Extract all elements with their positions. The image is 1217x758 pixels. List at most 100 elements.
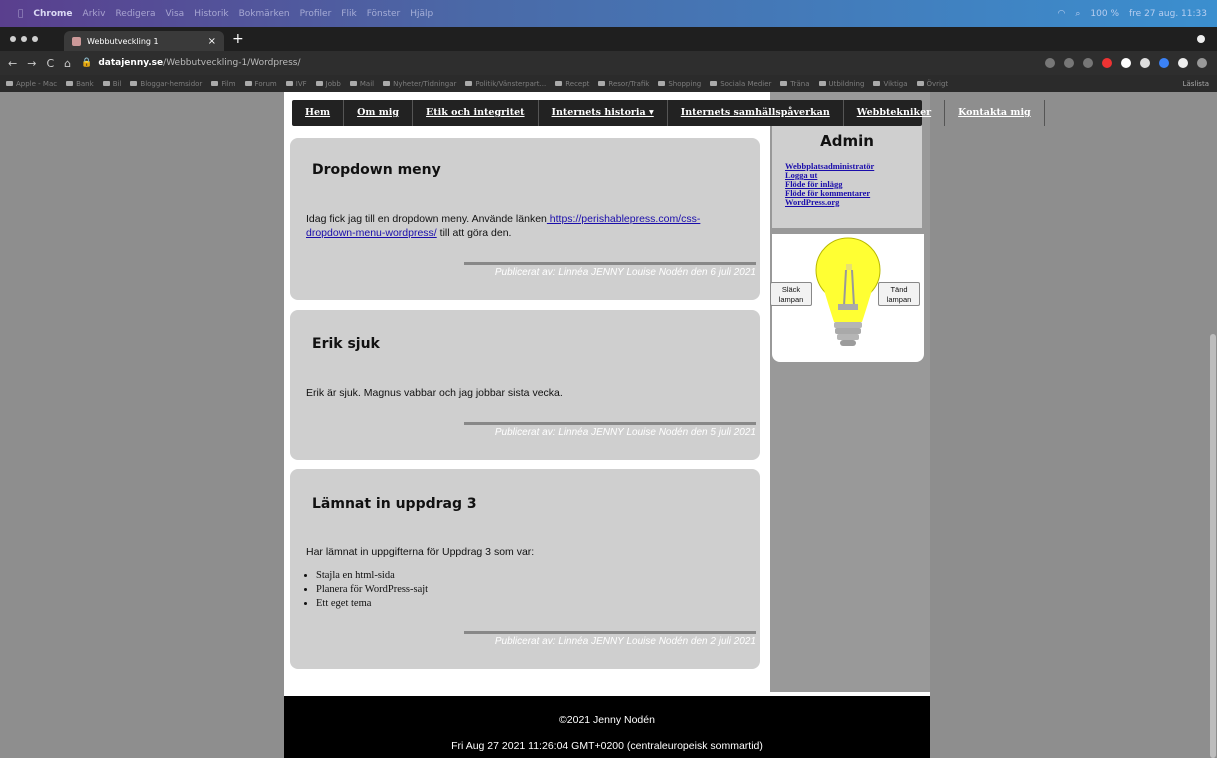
admin-links: Webbplatsadministratör Logga ut Flöde fö…: [785, 162, 874, 207]
lamp-off-button[interactable]: Släck lampan: [770, 282, 812, 306]
bookmark-item[interactable]: Apple - Mac: [6, 80, 57, 88]
url-path: /Webbutveckling-1/Wordpress/: [163, 58, 301, 68]
bookmark-item[interactable]: Sociala Medier: [710, 80, 771, 88]
bookmark-item[interactable]: Bil: [103, 80, 122, 88]
list-item: Ett eget tema: [316, 597, 428, 611]
page-viewport: Hem Om mig Etik och integritet Internets hi…: [0, 92, 1209, 758]
admin-widget: Admin Webbplatsadministratör Logga ut Fl…: [772, 122, 922, 228]
bookmark-item[interactable]: Viktiga: [873, 80, 907, 88]
bookmark-item[interactable]: Politik/Vänsterpart...: [465, 80, 546, 88]
qr-icon[interactable]: [1064, 58, 1074, 68]
menu-item-7[interactable]: Flik: [341, 9, 356, 19]
new-tab-button[interactable]: +: [232, 31, 244, 47]
extension-gray-icon[interactable]: [1140, 58, 1150, 68]
bookmark-item[interactable]: Recept: [555, 80, 589, 88]
footer-copyright: ©2021 Jenny Nodén: [559, 714, 655, 726]
home-icon[interactable]: ⌂: [64, 57, 71, 70]
post-body: Idag fick jag till en dropdown meny. Anv…: [306, 212, 746, 240]
wifi-icon[interactable]: ◠: [1058, 9, 1066, 19]
post-body: Erik är sjuk. Magnus vabbar och jag jobb…: [306, 387, 563, 399]
nav-item[interactable]: Internets historia ▾: [539, 100, 668, 126]
macos-menubar:  Chrome Arkiv Redigera Visa Historik Bokmärk…: [0, 0, 1217, 27]
apple-icon[interactable]: : [18, 9, 23, 19]
menu-item-8[interactable]: Fönster: [367, 9, 401, 19]
post-meta: Publicerat av: Linnéa JENNY Louise Nodén…: [464, 262, 756, 278]
menu-item-1[interactable]: Arkiv: [83, 9, 106, 19]
reload-icon[interactable]: C: [46, 57, 54, 70]
menu-item-0[interactable]: Chrome: [33, 9, 72, 19]
post-dropdown-meny: Dropdown meny Idag fick jag till en drop…: [290, 138, 760, 300]
favicon-icon: [72, 36, 81, 46]
bookmark-item[interactable]: Nyheter/Tidningar: [383, 80, 456, 88]
bookmark-item[interactable]: Resor/Trafik: [598, 80, 649, 88]
battery-label[interactable]: 100 %: [1090, 9, 1119, 19]
list-item: Stajla en html-sida: [316, 569, 428, 583]
lamp-on-button[interactable]: Tänd lampan: [878, 282, 920, 306]
scrollbar-thumb[interactable]: [1210, 334, 1216, 758]
minimize-window-button[interactable]: [21, 36, 27, 42]
menubar-status: ◠ ⌕ 100 % fre 27 aug. 11:33: [1058, 9, 1217, 19]
post-title: Dropdown meny: [312, 162, 441, 178]
zoom-window-button[interactable]: [32, 36, 38, 42]
profile-dot-icon[interactable]: [1197, 35, 1205, 43]
puzzle-icon[interactable]: [1178, 58, 1188, 68]
extension-red-icon[interactable]: [1102, 58, 1112, 68]
avatar-icon[interactable]: [1197, 58, 1207, 68]
nav-item[interactable]: Hem: [292, 100, 345, 126]
close-tab-icon[interactable]: ×: [208, 36, 216, 47]
bookmark-item[interactable]: Bloggar-hemsidor: [130, 80, 202, 88]
navigation-buttons: ← → C ⌂: [0, 57, 71, 70]
nav-item[interactable]: Internets samhällspåverkan: [668, 100, 844, 126]
menu-item-6[interactable]: Profiler: [300, 9, 332, 19]
extension-white-icon[interactable]: [1121, 58, 1131, 68]
tab-title: Webbutveckling 1: [87, 36, 159, 46]
close-window-button[interactable]: [10, 36, 16, 42]
back-icon[interactable]: ←: [8, 57, 17, 70]
bookmark-item[interactable]: IVF: [286, 80, 307, 88]
tab-strip: Webbutveckling 1 × +: [0, 27, 1217, 51]
bookmark-item[interactable]: Övrigt: [917, 80, 949, 88]
address-toolbar: ← → C ⌂ 🔒 datajenny.se/Webbutveckling-1/…: [0, 51, 1217, 75]
tab-webbutveckling[interactable]: Webbutveckling 1 ×: [64, 31, 224, 51]
menu-item-9[interactable]: Hjälp: [410, 9, 433, 19]
address-input[interactable]: 🔒 datajenny.se/Webbutveckling-1/Wordpres…: [81, 58, 300, 68]
post-text-after: till att göra den.: [436, 227, 512, 239]
reading-list-button[interactable]: Läslista: [1183, 80, 1217, 88]
star-icon[interactable]: [1083, 58, 1093, 68]
list-item: Planera för WordPress-sajt: [316, 583, 428, 597]
scrollbar[interactable]: [1209, 92, 1217, 758]
admin-title: Admin: [820, 132, 874, 150]
nav-item[interactable]: Kontakta mig: [945, 100, 1045, 126]
post-body: Har lämnat in uppgifterna för Uppdrag 3 …: [306, 546, 535, 558]
bookmark-item[interactable]: Jobb: [316, 80, 341, 88]
post-meta: Publicerat av: Linnéa JENNY Louise Nodén…: [464, 631, 756, 647]
bookmark-item[interactable]: Mail: [350, 80, 374, 88]
bookmarks-bar: Apple - Mac Bank Bil Bloggar-hemsidor Film Fo…: [0, 75, 1217, 92]
cast-icon[interactable]: [1045, 58, 1055, 68]
forward-icon[interactable]: →: [27, 57, 36, 70]
nav-item[interactable]: Etik och integritet: [413, 100, 539, 126]
post-lamnat-in-uppdrag: Lämnat in uppdrag 3 Har lämnat in uppgif…: [290, 469, 760, 669]
nav-item[interactable]: Om mig: [344, 100, 414, 126]
window-controls: [0, 36, 38, 42]
footer-datetime: Fri Aug 27 2021 11:26:04 GMT+0200 (centr…: [451, 740, 763, 752]
bookmark-item[interactable]: Shopping: [658, 80, 701, 88]
clock[interactable]: fre 27 aug. 11:33: [1129, 9, 1207, 19]
nav-item[interactable]: Webbtekniker: [844, 100, 946, 126]
bookmark-item[interactable]: Film: [211, 80, 235, 88]
url-host: datajenny.se: [98, 58, 164, 68]
menu-item-3[interactable]: Visa: [166, 9, 185, 19]
menubar-items:  Chrome Arkiv Redigera Visa Historik Bokmärk…: [0, 9, 433, 19]
post-text: Idag fick jag till en dropdown meny. Anv…: [306, 213, 547, 225]
admin-link-wordpress[interactable]: WordPress.org: [785, 197, 839, 207]
menu-item-2[interactable]: Redigera: [115, 9, 155, 19]
bookmark-item[interactable]: Bank: [66, 80, 94, 88]
bookmark-item[interactable]: Träna: [780, 80, 809, 88]
bookmark-item[interactable]: Forum: [245, 80, 277, 88]
bookmark-item[interactable]: Utbildning: [819, 80, 865, 88]
menu-item-5[interactable]: Bokmärken: [239, 9, 290, 19]
extension-blue-icon[interactable]: [1159, 58, 1169, 68]
menu-item-4[interactable]: Historik: [194, 9, 228, 19]
post-title: Erik sjuk: [312, 336, 380, 352]
search-icon[interactable]: ⌕: [1075, 9, 1080, 19]
